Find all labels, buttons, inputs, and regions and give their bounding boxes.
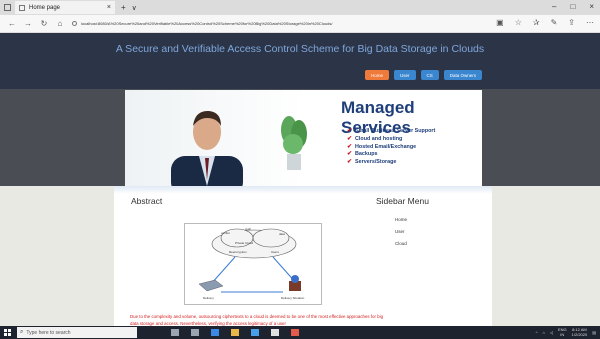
node-label: verifier xyxy=(221,231,231,235)
tab-actions-icon[interactable] xyxy=(4,4,11,11)
menu-cs-button[interactable]: CS xyxy=(420,70,439,80)
url-field[interactable]: localhost:8080/A%20Secure%20and%20Verifi… xyxy=(72,18,567,30)
favorites-hub-icon[interactable]: ✰ xyxy=(533,18,540,27)
menu-data-owners-button[interactable]: Data Owners xyxy=(443,70,483,80)
businessman-photo xyxy=(171,110,243,186)
address-bar: ← → ↻ ⌂ localhost:8080/A%20Secure%20and%… xyxy=(0,15,600,33)
tray-up-arrow-icon[interactable]: ^ xyxy=(536,330,538,335)
home-icon[interactable]: ⌂ xyxy=(56,19,64,28)
left-node-label: Delivery xyxy=(203,296,214,300)
close-button[interactable]: × xyxy=(589,2,594,11)
sidebar-item-home[interactable]: Home xyxy=(395,214,407,226)
windows-start-icon[interactable] xyxy=(4,329,11,336)
window-controls: – □ × xyxy=(552,2,594,11)
main-menu: Home User CS Data Owners xyxy=(365,70,483,80)
node-label: Users xyxy=(271,250,279,254)
minimize-button[interactable]: – xyxy=(552,2,556,11)
tab-title: Home page xyxy=(29,4,61,11)
maximize-button[interactable]: □ xyxy=(570,2,575,11)
site-header: A Secure and Verifiable Access Control S… xyxy=(0,33,600,89)
browser-tab[interactable]: Home page × xyxy=(15,1,115,14)
mail-icon[interactable] xyxy=(271,329,279,336)
network-icon[interactable]: ⌂ xyxy=(542,330,544,335)
forward-icon[interactable]: → xyxy=(24,19,32,28)
menu-user-button[interactable]: User xyxy=(394,70,416,80)
new-tab-button[interactable]: + xyxy=(121,3,126,12)
store-icon[interactable] xyxy=(251,329,259,336)
check-icon: ✔ xyxy=(347,151,353,158)
banner-list-item: ✔ Servers/Storage xyxy=(347,159,397,166)
reading-view-icon[interactable]: ▣ xyxy=(496,18,504,27)
menu-home-button[interactable]: Home xyxy=(365,70,390,80)
favorite-icon[interactable]: ☆ xyxy=(515,18,522,27)
search-placeholder[interactable]: Type here to search xyxy=(26,330,70,336)
check-icon: ✔ xyxy=(347,143,353,150)
node-label: Auth xyxy=(245,227,252,231)
sidebar-heading: Sidebar Menu xyxy=(376,196,429,206)
share-icon[interactable]: ⇪ xyxy=(568,18,575,27)
banner-list-item: ✔ Hosted Email/Exchange xyxy=(347,143,417,150)
system-tray: ^ ⌂ ◁ ENG IN 8:12 AM 1/2/2020 ▤ xyxy=(536,327,596,337)
more-icon[interactable]: ⋯ xyxy=(586,18,594,27)
banner-list-item: ✔ Backups xyxy=(347,151,378,158)
refresh-icon[interactable]: ↻ xyxy=(40,19,48,28)
app-icon[interactable] xyxy=(291,329,299,336)
site-title: A Secure and Verifiable Access Control S… xyxy=(115,43,485,55)
content-panel: Abstract Sidebar Menu Home User Cloud Pr… xyxy=(114,186,492,326)
architecture-diagram: Private Cloud verifier Auth data Reencry… xyxy=(184,223,322,305)
tab-menu-icon[interactable]: ∨ xyxy=(132,4,137,12)
banner-list: ✔ Small Business Server Support ✔ Cloud an… xyxy=(347,128,435,167)
page-icon xyxy=(19,4,25,11)
plant-photo xyxy=(281,116,307,170)
cortana-icon[interactable] xyxy=(171,329,179,336)
back-icon[interactable]: ← xyxy=(8,19,16,28)
notifications-icon[interactable]: ▤ xyxy=(592,330,596,335)
volume-icon[interactable]: ◁ xyxy=(550,330,553,335)
node-label: Reencryption xyxy=(229,250,247,254)
taskbar-apps xyxy=(171,329,299,336)
browser-tab-bar: Home page × + ∨ – □ × xyxy=(0,0,600,15)
taskbar-search-box[interactable]: ⌕ Type here to search xyxy=(17,327,137,338)
right-node-label: Delivery Situation xyxy=(281,296,305,300)
banner-list-item: ✔ Small Business Server Support xyxy=(347,128,436,134)
sidebar-item-cloud[interactable]: Cloud xyxy=(395,238,407,250)
file-explorer-icon[interactable] xyxy=(231,329,239,336)
info-icon[interactable] xyxy=(72,21,77,26)
search-icon: ⌕ xyxy=(20,329,24,335)
banner-list-item: ✔ Cloud and hosting xyxy=(347,135,403,142)
edge-icon[interactable] xyxy=(211,329,219,336)
taskbar-clock[interactable]: 8:12 AM 1/2/2020 xyxy=(572,327,588,337)
windows-taskbar: ⌕ Type here to search ^ ⌂ ◁ ENG IN 8:12 A… xyxy=(0,326,600,339)
abstract-heading: Abstract xyxy=(131,196,163,206)
tab-close-icon[interactable]: × xyxy=(107,4,111,11)
check-icon: ✔ xyxy=(347,135,353,142)
content-fade xyxy=(114,186,492,194)
check-icon: ✔ xyxy=(347,159,353,166)
node-label: data xyxy=(279,232,285,236)
language-indicator[interactable]: ENG IN xyxy=(558,327,567,337)
check-icon: ✔ xyxy=(347,128,353,134)
banner-image: Managed Services ✔ Small Business Server … xyxy=(125,90,482,186)
notes-icon[interactable]: ✎ xyxy=(551,18,558,27)
sidebar-menu: Home User Cloud xyxy=(395,214,407,250)
abstract-text: Due to the complexity and volume, outsou… xyxy=(130,314,384,326)
task-view-icon[interactable] xyxy=(191,329,199,336)
url-text[interactable]: localhost:8080/A%20Secure%20and%20Verifi… xyxy=(81,21,333,26)
browser-toolbar: ▣ ☆ ✰ ✎ ⇪ ⋯ xyxy=(496,18,594,27)
cloud-label: Private Cloud xyxy=(235,241,254,245)
architecture-graphic xyxy=(198,228,301,293)
sidebar-item-user[interactable]: User xyxy=(395,226,407,238)
